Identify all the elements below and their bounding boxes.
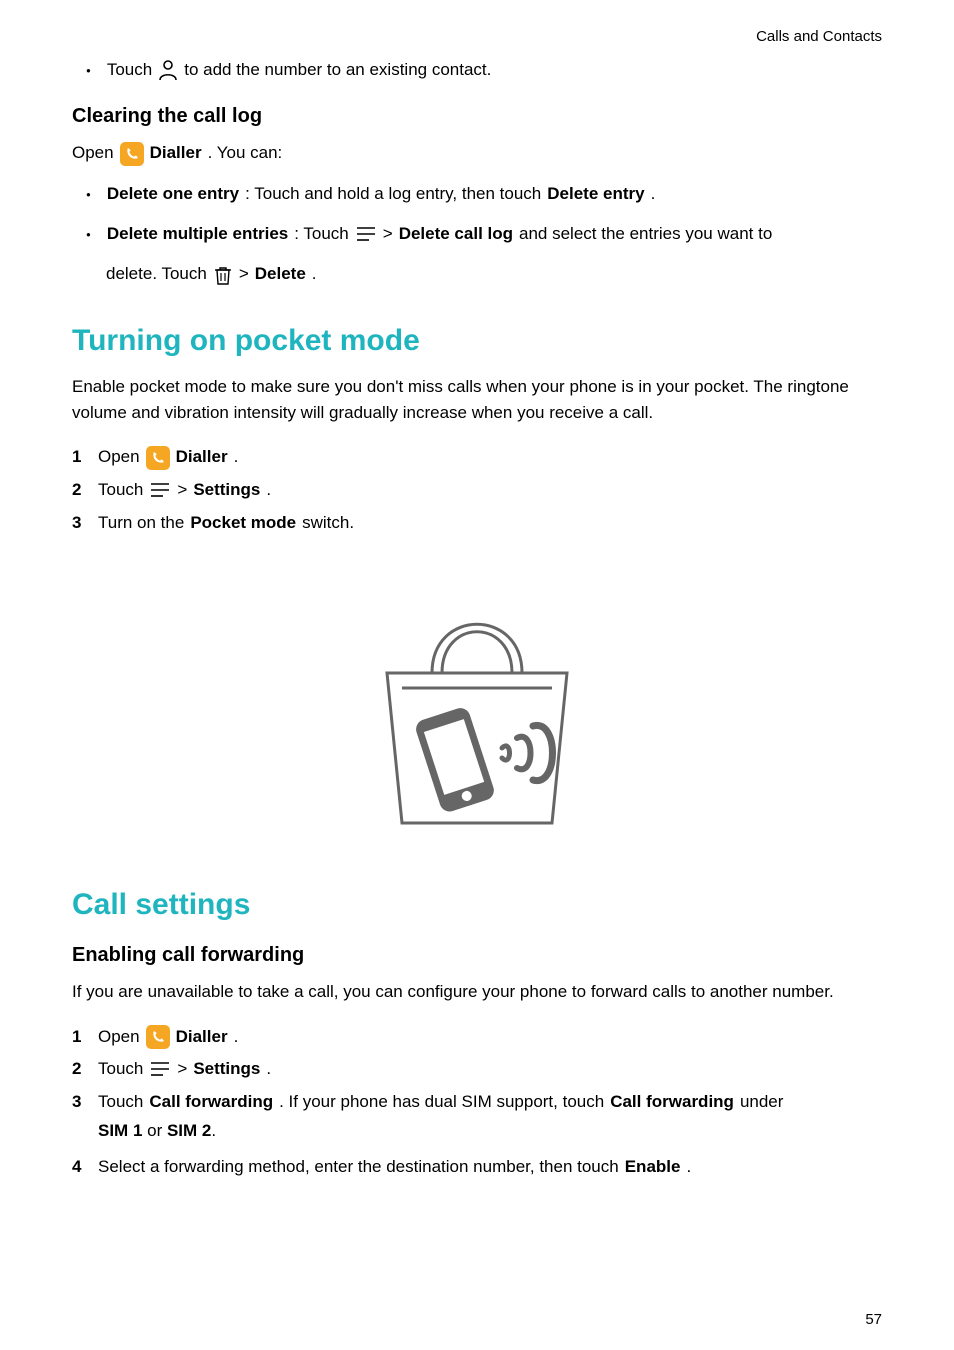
- step-number: 3: [72, 508, 92, 539]
- text: Open: [98, 442, 140, 473]
- enable-label: Enable: [625, 1152, 681, 1183]
- person-icon: [158, 59, 178, 81]
- step-number: 4: [72, 1152, 92, 1183]
- dialler-label: Dialler: [176, 442, 228, 473]
- text: under: [740, 1087, 783, 1118]
- callfwd-step-3-line2: SIM 1 or SIM 2.: [98, 1117, 882, 1146]
- enabling-call-forwarding-heading: Enabling call forwarding: [72, 944, 882, 967]
- text: .: [234, 442, 239, 473]
- pocket-mode-intro: Enable pocket mode to make sure you don'…: [72, 374, 882, 427]
- text: and select the entries you want to: [519, 221, 772, 247]
- sim1-label: SIM 1: [98, 1121, 142, 1140]
- text: .: [211, 1121, 216, 1140]
- text: . You can:: [208, 140, 283, 166]
- text: delete. Touch: [106, 261, 207, 287]
- text: >: [177, 1054, 187, 1085]
- text: Touch: [98, 1054, 143, 1085]
- step-number: 1: [72, 1022, 92, 1053]
- delete-multiple-entries-line: Delete multiple entries: Touch > Delete …: [86, 221, 882, 247]
- pocket-mode-heading: Turning on pocket mode: [72, 324, 882, 358]
- open-dialler-line: Open Dialler. You can:: [72, 140, 882, 166]
- step-number: 3: [72, 1087, 92, 1118]
- call-settings-heading: Call settings: [72, 888, 882, 922]
- text: >: [177, 475, 187, 506]
- header-section-label: Calls and Contacts: [72, 28, 882, 45]
- text: .: [266, 1054, 271, 1085]
- text: Touch: [98, 475, 143, 506]
- callfwd-step-4: 4 Select a forwarding method, enter the …: [72, 1152, 882, 1183]
- step-number: 1: [72, 442, 92, 473]
- text: Select a forwarding method, enter the de…: [98, 1152, 619, 1183]
- dialler-app-icon: [146, 446, 170, 470]
- page-number: 57: [865, 1311, 882, 1328]
- text: or: [142, 1121, 167, 1140]
- delete-entry-label: Delete entry: [547, 181, 644, 207]
- text: .: [312, 261, 317, 287]
- text: Touch: [98, 1087, 143, 1118]
- pocket-step-3: 3 Turn on the Pocket mode switch.: [72, 508, 882, 539]
- dialler-app-icon: [146, 1025, 170, 1049]
- pocket-mode-illustration: [72, 578, 882, 838]
- trash-icon: [213, 264, 233, 286]
- delete-call-log-label: Delete call log: [399, 221, 513, 247]
- text: >: [383, 221, 393, 247]
- menu-icon: [149, 481, 171, 499]
- pocket-mode-label: Pocket mode: [190, 508, 296, 539]
- text: >: [239, 261, 249, 287]
- label: Delete multiple entries: [107, 221, 288, 247]
- settings-label: Settings: [193, 1054, 260, 1085]
- settings-label: Settings: [193, 475, 260, 506]
- sim2-label: SIM 2: [167, 1121, 211, 1140]
- callfwd-step-1: 1 Open Dialler.: [72, 1022, 882, 1053]
- text: . If your phone has dual SIM support, to…: [279, 1087, 604, 1118]
- text: .: [234, 1022, 239, 1053]
- text: : Touch: [294, 221, 349, 247]
- delete-one-entry-line: Delete one entry: Touch and hold a log e…: [86, 181, 882, 207]
- call-forwarding-intro: If you are unavailable to take a call, y…: [72, 979, 882, 1005]
- text: .: [266, 475, 271, 506]
- text: Turn on the: [98, 508, 184, 539]
- text: Touch: [107, 57, 152, 83]
- text: switch.: [302, 508, 354, 539]
- text: to add the number to an existing contact…: [184, 57, 491, 83]
- add-to-contact-line: Touch to add the number to an existing c…: [86, 57, 882, 83]
- text: .: [651, 181, 656, 207]
- clearing-call-log-heading: Clearing the call log: [72, 105, 882, 128]
- delete-label: Delete: [255, 261, 306, 287]
- pocket-step-1: 1 Open Dialler.: [72, 442, 882, 473]
- callfwd-step-3: 3 Touch Call forwarding. If your phone h…: [72, 1087, 882, 1118]
- callfwd-step-2: 2 Touch > Settings.: [72, 1054, 882, 1085]
- dialler-app-icon: [120, 142, 144, 166]
- pocket-step-2: 2 Touch > Settings.: [72, 475, 882, 506]
- text: Open: [98, 1022, 140, 1053]
- dialler-label: Dialler: [176, 1022, 228, 1053]
- step-number: 2: [72, 475, 92, 506]
- text: Open: [72, 140, 114, 166]
- text: : Touch and hold a log entry, then touch: [245, 181, 541, 207]
- step-number: 2: [72, 1054, 92, 1085]
- delete-multiple-entries-line-2: delete. Touch > Delete.: [106, 261, 882, 287]
- menu-icon: [355, 225, 377, 243]
- menu-icon: [149, 1060, 171, 1078]
- label: Delete one entry: [107, 181, 239, 207]
- text: .: [686, 1152, 691, 1183]
- call-forwarding-label: Call forwarding: [610, 1087, 734, 1118]
- dialler-label: Dialler: [150, 140, 202, 166]
- call-forwarding-label: Call forwarding: [149, 1087, 273, 1118]
